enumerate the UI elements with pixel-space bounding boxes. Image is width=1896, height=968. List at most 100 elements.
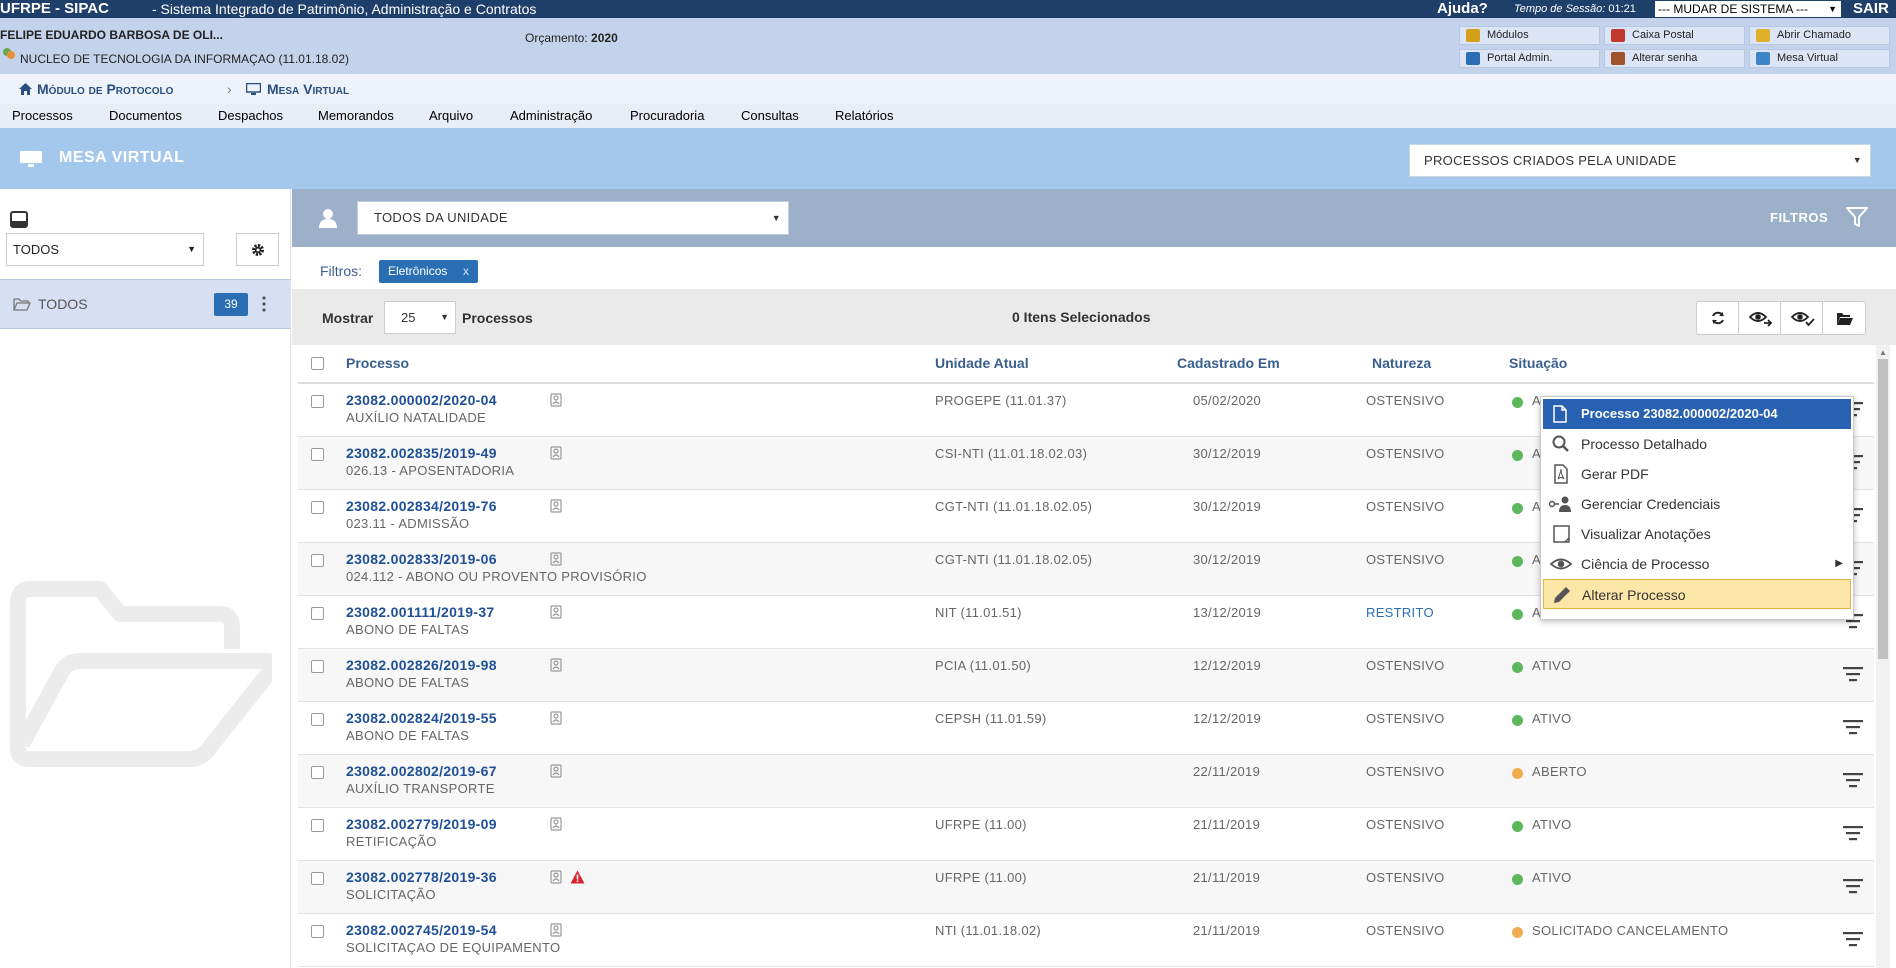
forward-button[interactable] <box>1739 302 1781 334</box>
user-key-icon <box>1611 52 1625 65</box>
menu-item-gerar-pdf[interactable]: Gerar PDF <box>1543 459 1851 489</box>
mailbox-button[interactable]: Caixa Postal <box>1604 26 1745 45</box>
filter-chip[interactable]: Eletrônicos x <box>379 260 478 283</box>
row-checkbox[interactable] <box>311 660 324 673</box>
lock-icon <box>550 499 562 513</box>
process-number[interactable]: 23082.002802/2019-67 <box>346 763 497 779</box>
menu-item-visualizar-anotacoes[interactable]: Visualizar Anotações <box>1543 519 1851 549</box>
chevron-down-icon: ▼ <box>1852 155 1862 165</box>
menu-administracao[interactable]: Administração <box>510 108 592 123</box>
process-number[interactable]: 23082.002824/2019-55 <box>346 710 497 726</box>
process-number[interactable]: 23082.002745/2019-54 <box>346 922 497 938</box>
menu-item-ciencia-de-processo[interactable]: Ciência de Processo ▶ <box>1543 549 1851 579</box>
row-checkbox[interactable] <box>311 554 324 567</box>
column-processo[interactable]: Processo <box>346 355 409 371</box>
mark-read-button[interactable] <box>1781 302 1823 334</box>
status-text: ATIVO <box>1532 658 1572 673</box>
desk-icon <box>1756 52 1770 65</box>
funnel-icon[interactable] <box>1846 206 1868 228</box>
table-row[interactable]: 23082.002826/2019-98 ABONO DE FALTAS PCIA … <box>298 649 1874 702</box>
page-size-select[interactable]: 25 ▼ <box>384 301 456 334</box>
settings-button[interactable] <box>236 233 279 266</box>
change-password-button[interactable]: Alterar senha <box>1604 49 1745 68</box>
row-checkbox[interactable] <box>311 448 324 461</box>
scope-select[interactable]: PROCESSOS CRIADOS PELA UNIDADE ▼ <box>1409 144 1871 177</box>
refresh-button[interactable] <box>1697 302 1739 334</box>
table-row[interactable]: 23082.002778/2019-36 SOLICITAÇÃO UFRPE (11… <box>298 861 1874 914</box>
row-checkbox[interactable] <box>311 395 324 408</box>
table-header: Processo Unidade Atual Cadastrado Em Nat… <box>298 345 1874 384</box>
column-unidade[interactable]: Unidade Atual <box>935 355 1029 371</box>
eye-forward-icon <box>1749 312 1773 327</box>
row-checkbox[interactable] <box>311 925 324 938</box>
menu-arquivo[interactable]: Arquivo <box>429 108 473 123</box>
column-cadastrado[interactable]: Cadastrado Em <box>1177 355 1280 371</box>
menu-despachos[interactable]: Despachos <box>218 108 283 123</box>
remove-filter-button[interactable]: x <box>463 260 469 283</box>
row-menu-icon[interactable] <box>1843 878 1863 894</box>
scroll-up-icon[interactable]: ▲ <box>1879 348 1887 357</box>
menu-documentos[interactable]: Documentos <box>109 108 182 123</box>
menu-item-gerenciar-credenciais[interactable]: Gerenciar Credenciais <box>1543 489 1851 519</box>
archive-button[interactable] <box>1823 302 1865 334</box>
user-unit: NUCLEO DE TECNOLOGIA DA INFORMAÇAO (11.0… <box>20 52 349 66</box>
menu-item-alterar-processo[interactable]: Alterar Processo <box>1543 579 1851 609</box>
current-unit: CEPSH (11.01.59) <box>935 711 1047 726</box>
logout-link[interactable]: SAIR <box>1853 0 1889 18</box>
modules-button[interactable]: Módulos <box>1459 26 1600 45</box>
table-row[interactable]: 23082.002745/2019-54 SOLICITAÇAO DE EQUIP… <box>298 914 1874 967</box>
main-menu: Processos Documentos Despachos Memorando… <box>0 104 1896 128</box>
folder-item-todos[interactable]: TODOS 39 <box>0 279 291 329</box>
process-number[interactable]: 23082.000002/2020-04 <box>346 392 497 408</box>
portal-admin-button[interactable]: Portal Admin. <box>1459 49 1600 68</box>
process-number[interactable]: 23082.002778/2019-36 <box>346 869 497 885</box>
process-number[interactable]: 23082.002779/2019-09 <box>346 816 497 832</box>
change-system-select[interactable]: --- MUDAR DE SISTEMA --- ▼ <box>1655 1 1841 17</box>
row-checkbox[interactable] <box>311 872 324 885</box>
row-checkbox[interactable] <box>311 819 324 832</box>
kebab-menu-icon[interactable] <box>262 294 266 314</box>
column-situacao[interactable]: Situação <box>1509 355 1567 371</box>
table-row[interactable]: 23082.002824/2019-55 ABONO DE FALTAS CEPSH… <box>298 702 1874 755</box>
system-logo[interactable]: UFRPE - SIPAC <box>0 0 109 18</box>
open-ticket-button[interactable]: Abrir Chamado <box>1749 26 1890 45</box>
menu-procuradoria[interactable]: Procuradoria <box>630 108 704 123</box>
row-menu-icon[interactable] <box>1843 825 1863 841</box>
scrollbar-thumb[interactable] <box>1878 359 1888 659</box>
process-number[interactable]: 23082.002826/2019-98 <box>346 657 497 673</box>
column-natureza[interactable]: Natureza <box>1372 355 1431 371</box>
table-row[interactable]: 23082.002802/2019-67 AUXÍLIO TRANSPORTE 22… <box>298 755 1874 808</box>
row-menu-icon[interactable] <box>1843 719 1863 735</box>
row-menu-icon[interactable] <box>1843 931 1863 947</box>
process-number[interactable]: 23082.002835/2019-49 <box>346 445 497 461</box>
menu-relatorios[interactable]: Relatórios <box>835 108 894 123</box>
row-checkbox[interactable] <box>311 766 324 779</box>
scope-select-value: PROCESSOS CRIADOS PELA UNIDADE <box>1424 153 1677 168</box>
process-number[interactable]: 23082.002834/2019-76 <box>346 498 497 514</box>
row-menu-icon[interactable] <box>1843 772 1863 788</box>
process-number[interactable]: 23082.001111/2019-37 <box>346 604 495 620</box>
row-menu-icon[interactable] <box>1843 666 1863 682</box>
process-number[interactable]: 23082.002833/2019-06 <box>346 551 497 567</box>
breadcrumb-module[interactable]: Módulo de Protocolo <box>37 81 173 97</box>
row-checkbox[interactable] <box>311 501 324 514</box>
virtual-desk-button[interactable]: Mesa Virtual <box>1749 49 1890 68</box>
folder-filter-select[interactable]: TODOS ▼ <box>6 233 204 266</box>
row-checkbox[interactable] <box>311 607 324 620</box>
filters-toggle[interactable]: FILTROS <box>1770 210 1828 225</box>
context-menu-title-text: Processo 23082.000002/2020-04 <box>1581 406 1778 421</box>
process-subject: RETIFICAÇÃO <box>346 834 437 849</box>
ticket-icon <box>1756 29 1770 42</box>
help-link[interactable]: Ajuda? <box>1437 0 1488 18</box>
menu-item-label: Gerenciar Credenciais <box>1581 496 1721 512</box>
table-row[interactable]: 23082.002779/2019-09 RETIFICAÇÃO UFRPE (11… <box>298 808 1874 861</box>
vertical-scrollbar[interactable]: ▲ <box>1876 345 1890 968</box>
row-checkbox[interactable] <box>311 713 324 726</box>
menu-memorandos[interactable]: Memorandos <box>318 108 394 123</box>
owner-select[interactable]: TODOS DA UNIDADE ▼ <box>357 201 789 235</box>
menu-item-label: Ciência de Processo <box>1581 556 1710 572</box>
menu-processos[interactable]: Processos <box>12 108 73 123</box>
select-all-checkbox[interactable] <box>311 357 324 370</box>
menu-consultas[interactable]: Consultas <box>741 108 799 123</box>
menu-item-processo-detalhado[interactable]: Processo Detalhado <box>1543 429 1851 459</box>
